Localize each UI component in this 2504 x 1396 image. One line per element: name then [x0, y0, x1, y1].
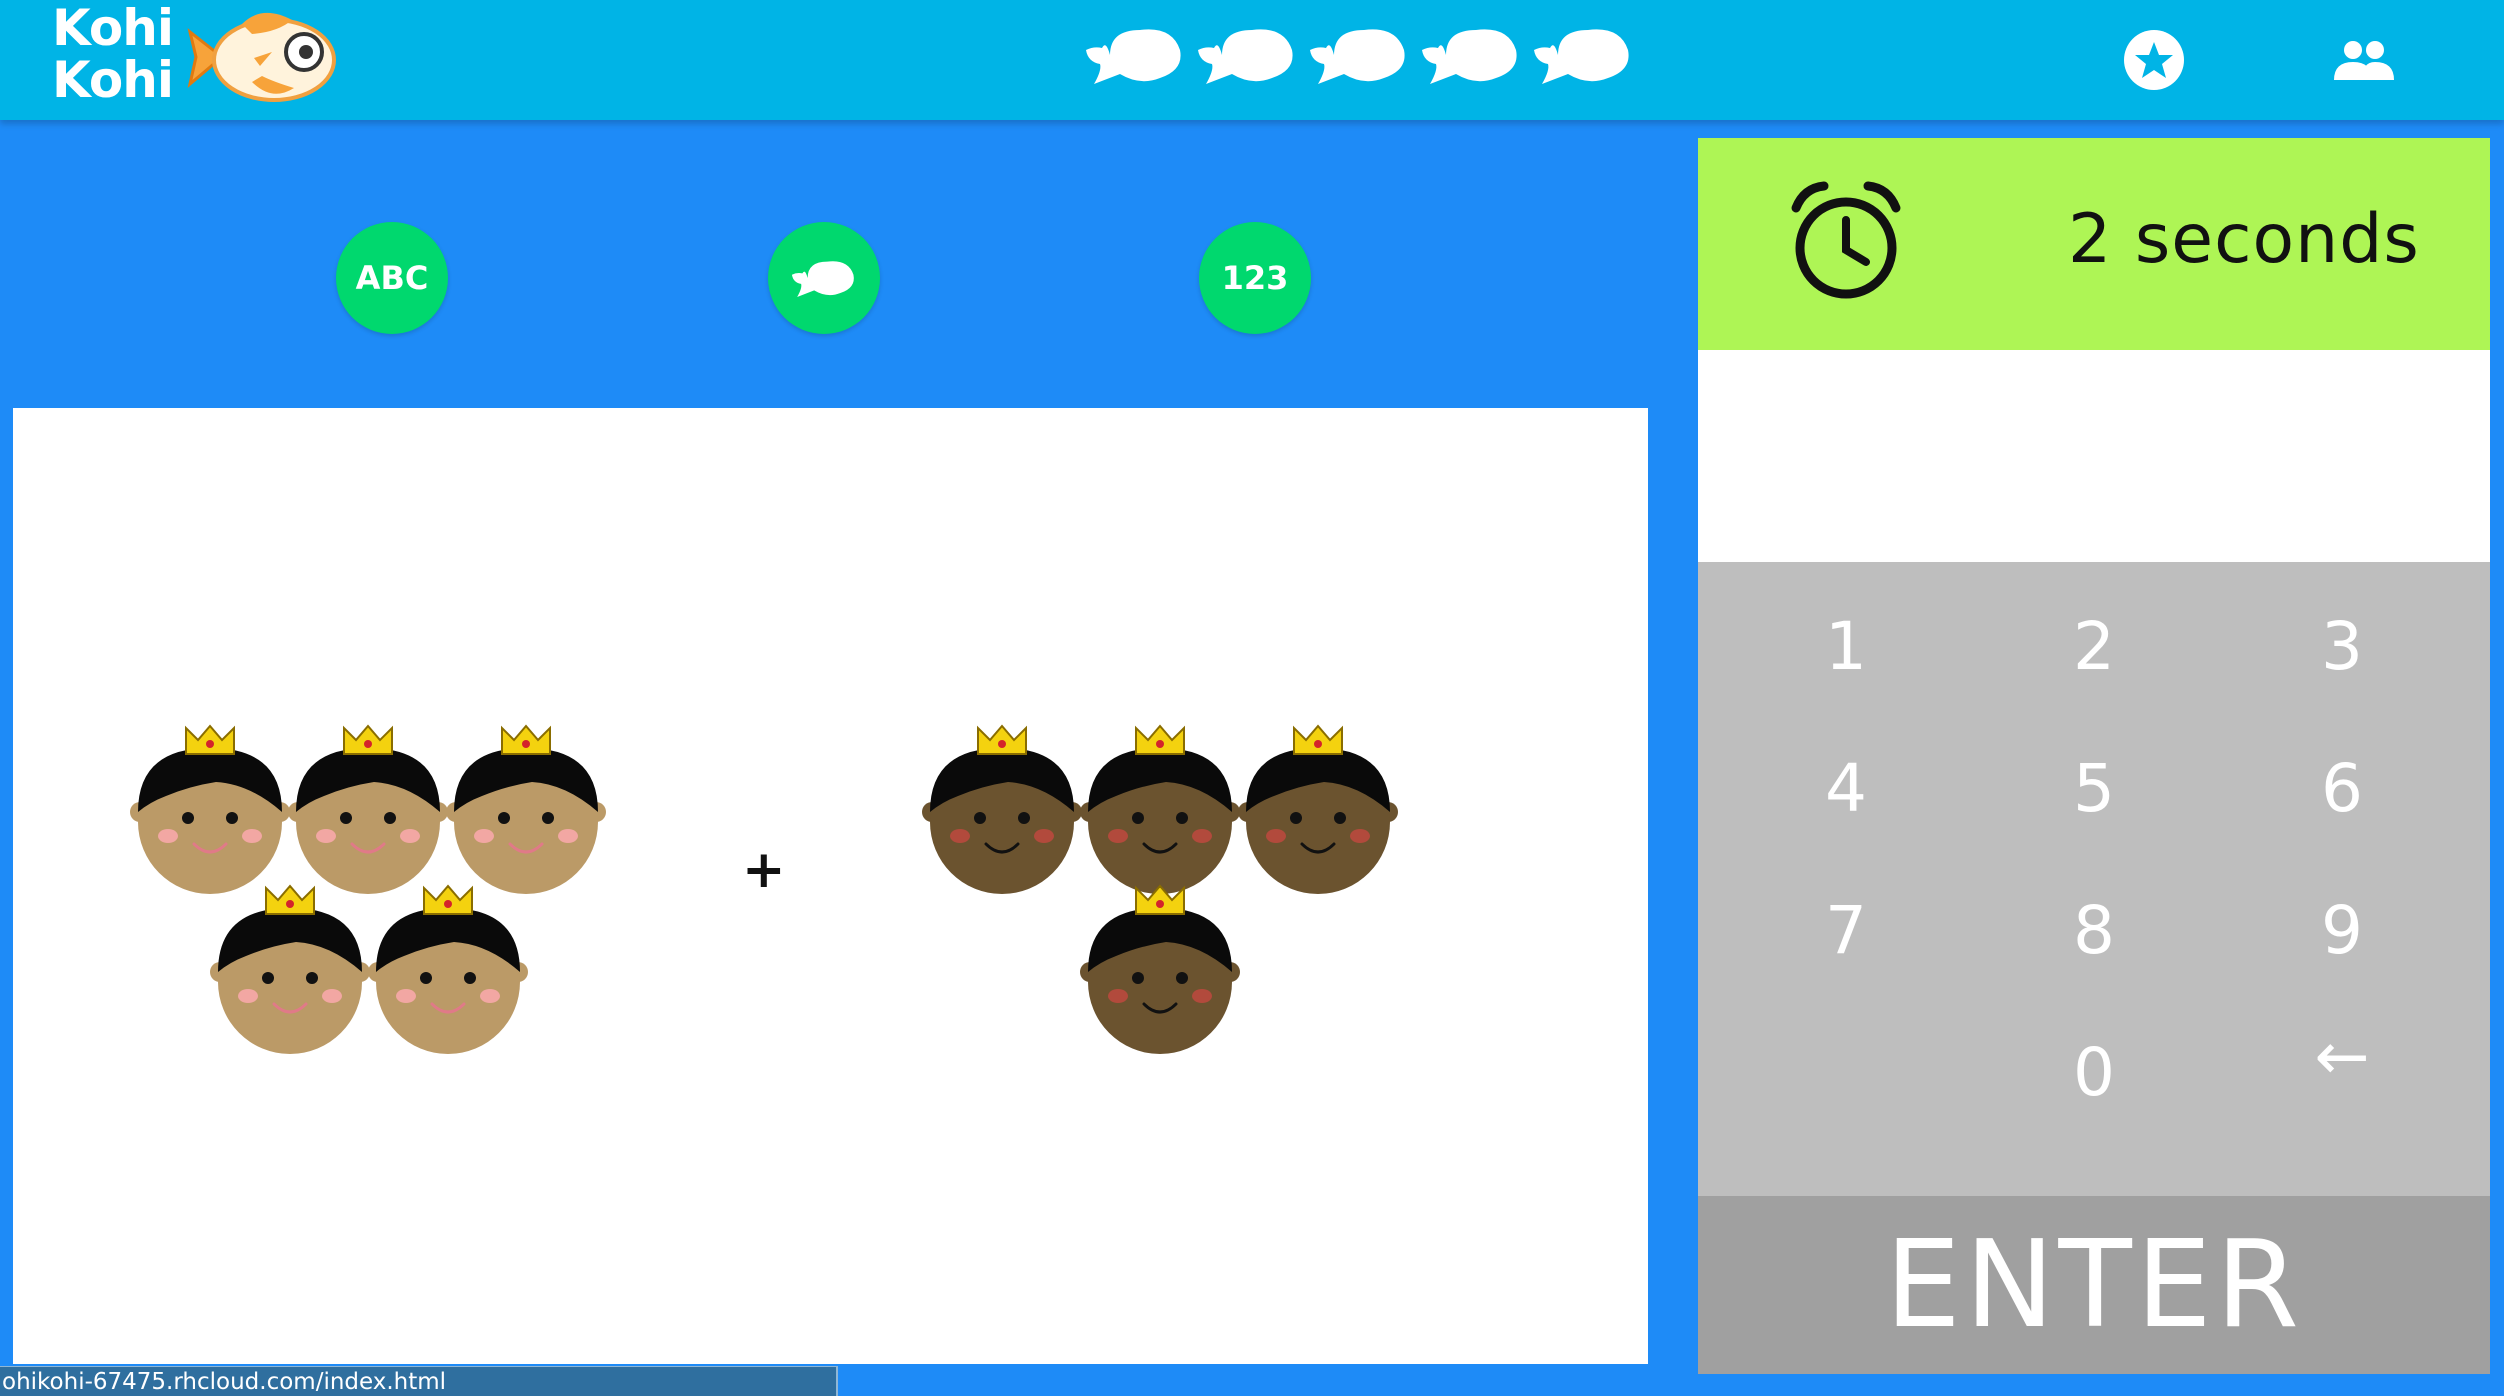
life-fish-icon	[1416, 10, 1526, 104]
star-icon	[2124, 30, 2184, 90]
right-princess-face	[922, 724, 1082, 894]
key-6[interactable]: 6	[2242, 728, 2442, 848]
life-fish-icon	[1304, 10, 1414, 104]
numbers-mode-button[interactable]: 123	[1199, 222, 1311, 334]
right-princess-face	[1080, 884, 1240, 1054]
kohi-kohi-logo[interactable]: Kohi Kohi	[52, 2, 352, 118]
users-button[interactable]	[2326, 22, 2402, 98]
left-princess-face	[368, 884, 528, 1054]
key-1[interactable]: 1	[1746, 586, 1946, 706]
key-3[interactable]: 3	[2242, 586, 2442, 706]
koi-fish-logo-icon	[187, 12, 336, 102]
enter-button[interactable]: ENTER	[1698, 1196, 2490, 1374]
operator-symbol: +	[742, 840, 786, 900]
answer-field[interactable]	[1698, 350, 2490, 562]
key-9[interactable]: 9	[2242, 870, 2442, 990]
top-bar: Kohi Kohi	[0, 0, 2504, 120]
backspace-key[interactable]: ←	[2242, 996, 2442, 1116]
timer-text: 2 seconds	[2068, 200, 2420, 279]
numbers-mode-label: 123	[1221, 259, 1289, 297]
fish-icon	[791, 261, 854, 297]
key-7[interactable]: 7	[1746, 870, 1946, 990]
left-princess-face	[130, 724, 290, 894]
fish-mode-button[interactable]	[768, 222, 880, 334]
key-5[interactable]: 5	[1994, 728, 2194, 848]
life-fish-icon	[1192, 10, 1302, 104]
logo-line-2: Kohi	[52, 51, 174, 109]
people-icon	[2334, 41, 2394, 80]
key-4[interactable]: 4	[1746, 728, 1946, 848]
browser-status-url: ohikohi-67475.rhcloud.com/index.html	[0, 1366, 838, 1396]
abc-mode-button[interactable]: ABC	[336, 222, 448, 334]
favorites-button[interactable]	[2116, 22, 2192, 98]
right-princess-face	[1080, 724, 1240, 894]
number-keypad: 1 2 3 4 5 6 7 8 9 0 ←	[1698, 562, 2490, 1196]
left-princess-face	[288, 724, 448, 894]
key-8[interactable]: 8	[1994, 870, 2194, 990]
life-fish-icon	[1528, 10, 1638, 104]
left-princess-face	[210, 884, 370, 1054]
right-princess-face	[1238, 724, 1398, 894]
logo-text: Kohi Kohi	[52, 0, 174, 109]
timer-panel: 2 seconds	[1698, 138, 2490, 350]
key-blank	[1746, 1012, 1946, 1132]
left-princess-face	[446, 724, 606, 894]
logo-line-1: Kohi	[52, 0, 174, 57]
key-0[interactable]: 0	[1994, 1012, 2194, 1132]
alarm-clock-icon	[1791, 181, 1901, 299]
key-2[interactable]: 2	[1994, 586, 2194, 706]
life-fish-icon	[1080, 10, 1190, 104]
lives-indicator	[1080, 10, 1640, 110]
abc-mode-label: ABC	[355, 259, 429, 297]
